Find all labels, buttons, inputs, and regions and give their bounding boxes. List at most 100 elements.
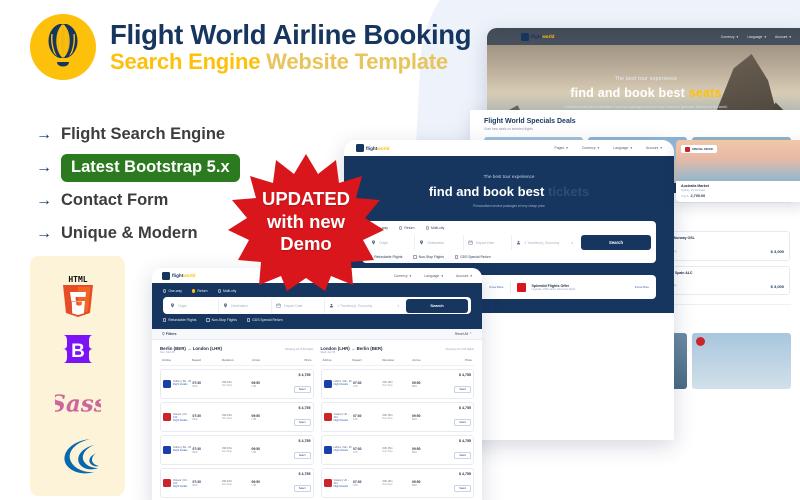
col-price: Price bbox=[464, 358, 473, 362]
deal-price: $ 3,000 bbox=[770, 249, 784, 254]
reset-all-button[interactable]: Reset All ⌃ bbox=[455, 332, 472, 336]
deal-price: $ 3,000 bbox=[770, 283, 784, 289]
promo-left-link[interactable]: Know More bbox=[489, 285, 503, 289]
trip-type-return[interactable]: Return bbox=[191, 289, 208, 293]
row-arrive-code: LHR bbox=[251, 384, 257, 388]
promo-divider bbox=[509, 280, 511, 294]
brand-logo[interactable]: flightworld bbox=[162, 271, 195, 280]
table-row[interactable]: Vistara | UK - 312 Flight Details 07:30 L… bbox=[320, 468, 474, 498]
row-stops: Non Stop bbox=[382, 483, 393, 486]
balloon-logo-icon bbox=[521, 32, 529, 41]
inbound-table-header: Airline Depart Duration Arrive Price bbox=[320, 354, 474, 366]
row-flight-details[interactable]: Flight Details bbox=[173, 383, 191, 386]
travellers-select[interactable]: 1 Traveler(s), Economy ▾ bbox=[324, 298, 403, 313]
inbound-route-header: London (LHR) → Berlin (BER) Wed, Apr 05 … bbox=[321, 346, 475, 354]
trip-type-one-way[interactable]: One-way bbox=[163, 289, 182, 293]
table-row[interactable]: Vistara | UK - 312 Flight Details 07:30 B… bbox=[160, 468, 314, 498]
table-row[interactable]: Vistara | UK - 312 Flight Details 07:30 L… bbox=[320, 402, 474, 432]
nav-item-pages[interactable]: Pages ▾ bbox=[554, 146, 567, 150]
col-arrive: Arrive bbox=[412, 358, 421, 362]
airline-logo-icon bbox=[163, 446, 171, 454]
row-select-button[interactable]: Select bbox=[293, 419, 311, 426]
outbound-column: Berlin (BER) → London (LHR) Sun, Mar 05 … bbox=[160, 346, 314, 500]
table-row[interactable]: IndiGo | 6E - 25 Flight Details 07:30 LHR… bbox=[320, 435, 474, 465]
airline-logo-icon bbox=[323, 412, 332, 421]
brand-logo[interactable]: flightworld bbox=[356, 144, 389, 152]
table-row[interactable]: Vistara | UK - 312 Flight Details 07:30 B… bbox=[160, 402, 314, 432]
nav-item-account[interactable]: Account ▾ bbox=[646, 146, 662, 150]
filters-label[interactable]: ▽ Filters bbox=[162, 332, 177, 336]
checkbox-gds[interactable]: GDS Special Return bbox=[246, 318, 283, 322]
nav-item-account[interactable]: Account ▾ bbox=[775, 35, 791, 39]
nav-item-language[interactable]: Language ▾ bbox=[424, 274, 443, 278]
nav-item-currency[interactable]: Currency ▾ bbox=[394, 274, 411, 278]
hero-filter-checkboxes: Refundable Flights Non-Stop Flights GDS … bbox=[367, 251, 651, 259]
col-depart: Depart bbox=[352, 358, 362, 362]
checkbox-nonstop[interactable]: Non-Stop Flights bbox=[206, 318, 237, 322]
row-price: $ 4,755 bbox=[298, 439, 311, 443]
checkbox-nonstop[interactable]: Non-Stop Flights bbox=[413, 255, 444, 259]
hot-air-balloon-icon bbox=[48, 24, 78, 67]
row-select-button[interactable]: Select bbox=[454, 485, 471, 492]
feature-item-1: → Flight Search Engine bbox=[36, 120, 240, 149]
row-flight-details[interactable]: Flight Details bbox=[334, 383, 352, 386]
nav-item-language[interactable]: Language ▾ bbox=[747, 35, 766, 39]
row-arrive-code: BER bbox=[412, 384, 417, 388]
row-stops: Non Stop bbox=[382, 450, 393, 453]
feature-item-2: → Latest Bootstrap 5.x bbox=[36, 153, 240, 182]
mockup-offer-banner[interactable]: SPECIAL OFFER Australia Market Sydney, F… bbox=[676, 140, 800, 202]
row-flight-details[interactable]: Flight Details bbox=[173, 485, 193, 488]
inbound-showing: Showing 10 of 50 flights bbox=[445, 348, 474, 351]
promo-right-link[interactable]: Know More bbox=[635, 285, 649, 289]
depart-placeholder: Depart Date bbox=[284, 303, 303, 308]
airline-logo-icon bbox=[163, 380, 171, 388]
row-flight-details[interactable]: Flight Details bbox=[173, 449, 191, 452]
row-flight-details[interactable]: Flight Details bbox=[334, 419, 354, 422]
travellers-select[interactable]: 1 Traveler(s), Economy ▾ bbox=[511, 235, 577, 250]
trip-type-multi-city[interactable]: Multi-city bbox=[425, 226, 444, 230]
nav-item-currency[interactable]: Currency ▾ bbox=[582, 146, 599, 150]
tour-nav-items: Currency ▾ Language ▾ Account ▾ bbox=[721, 35, 800, 39]
location-pin-icon bbox=[224, 303, 228, 308]
row-flight-details[interactable]: Flight Details bbox=[334, 449, 352, 452]
depart-date-input[interactable]: Depart Date bbox=[462, 235, 507, 250]
page-title: Flight World Airline Booking bbox=[110, 18, 472, 50]
row-select-button[interactable]: Select bbox=[293, 452, 311, 459]
origin-input[interactable]: Origin bbox=[166, 299, 215, 313]
airline-logo-icon bbox=[323, 478, 332, 487]
tour-heading: find and book best seats bbox=[570, 86, 722, 100]
airline-logo-icon bbox=[163, 478, 171, 487]
search-button[interactable]: Search bbox=[581, 235, 652, 250]
airline-logo-icon bbox=[323, 446, 332, 454]
row-price: $ 4,755 bbox=[459, 406, 471, 410]
depart-date-input[interactable]: Depart Date bbox=[271, 298, 321, 313]
nav-item-currency[interactable]: Currency ▾ bbox=[721, 35, 738, 39]
destination-input[interactable]: Destination bbox=[218, 298, 268, 313]
nav-item-language[interactable]: Language ▾ bbox=[613, 146, 632, 150]
table-row[interactable]: IndiGo | 6E - 25 Flight Details 07:30 LHR… bbox=[320, 369, 474, 399]
chevron-down-icon: ▾ bbox=[397, 303, 399, 308]
results-filter-checkboxes: Refundable Flights Non-Stop Flights GDS … bbox=[163, 314, 471, 322]
row-flight-details[interactable]: Flight Details bbox=[334, 485, 354, 488]
row-select-button[interactable]: Select bbox=[293, 386, 311, 393]
checkbox-gds[interactable]: GDS Special Return bbox=[454, 255, 491, 259]
table-row[interactable]: IndiGo | 6E - 25 Flight Details 07:30 BER… bbox=[160, 369, 314, 399]
row-select-button[interactable]: Select bbox=[454, 419, 471, 426]
checkbox-refundable[interactable]: Refundable Flights bbox=[163, 318, 196, 322]
row-stops: Non Stop bbox=[382, 417, 393, 420]
brand-logo[interactable]: flightworld bbox=[521, 32, 554, 41]
row-select-button[interactable]: Select bbox=[293, 485, 311, 492]
feature-label: Contact Form bbox=[61, 191, 169, 209]
nav-item-account[interactable]: Account ▾ bbox=[456, 274, 472, 278]
row-flight-details[interactable]: Flight Details bbox=[173, 419, 193, 422]
row-select-button[interactable]: Select bbox=[454, 386, 471, 393]
destination-input[interactable]: Destination bbox=[414, 235, 458, 250]
location-pin-icon bbox=[171, 303, 174, 308]
featured-card[interactable] bbox=[692, 333, 791, 389]
row-select-button[interactable]: Select bbox=[454, 452, 471, 459]
trip-type-return[interactable]: Return bbox=[398, 226, 415, 230]
row-depart-code: BER bbox=[192, 450, 198, 454]
table-row[interactable]: IndiGo | 6E - 25 Flight Details 07:30 BER… bbox=[160, 435, 314, 465]
search-button[interactable]: Search bbox=[406, 298, 468, 313]
updated-badge-text: UPDATED with new Demo bbox=[226, 152, 386, 292]
